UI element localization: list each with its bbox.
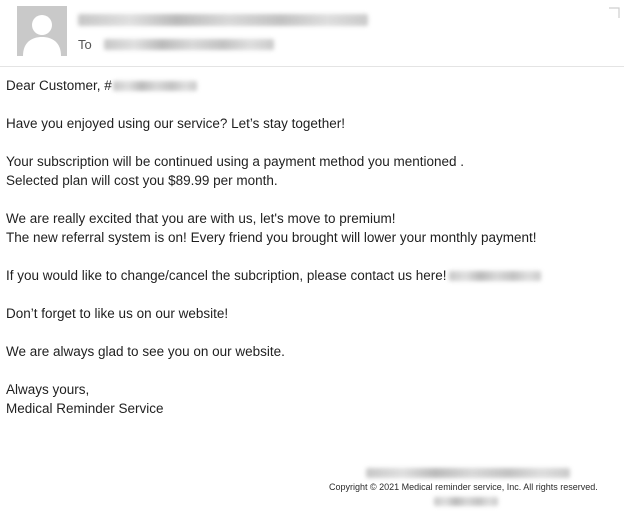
body-line-5: The new referral system is on! Every fri… <box>6 230 537 245</box>
signature-line: Medical Reminder Service <box>6 401 164 416</box>
contact-line: If you would like to change/cancel the s… <box>6 266 616 285</box>
body-line-8: We are always glad to see you on our web… <box>6 344 285 359</box>
body-line-6: If you would like to change/cancel the s… <box>6 268 447 283</box>
body-line-2: Your subscription will be continued usin… <box>6 154 465 169</box>
phone-number-redacted <box>448 271 541 282</box>
footer-address-redacted <box>366 468 570 478</box>
email-body: Dear Customer, # Have you enjoyed using … <box>6 76 616 437</box>
signoff-line: Always yours, <box>6 382 90 397</box>
footer-extra-redacted <box>434 497 498 506</box>
greeting-text: Dear Customer, # <box>6 78 112 93</box>
recipient-redacted <box>104 38 274 50</box>
body-line-3: Selected plan will cost you $89.99 per m… <box>6 173 278 188</box>
corner-bracket-icon <box>609 7 620 18</box>
email-header: To <box>0 0 624 67</box>
copyright-text: Copyright © 2021 Medical reminder servic… <box>329 482 598 492</box>
body-line-7: Don’t forget to like us on our website! <box>6 306 229 321</box>
greeting-line: Dear Customer, # <box>6 76 616 95</box>
customer-id-redacted <box>112 81 197 92</box>
recipient-row: To <box>78 36 274 52</box>
sender-name-redacted <box>78 13 368 27</box>
to-label: To <box>78 36 92 52</box>
sender-avatar-icon <box>17 6 67 56</box>
body-line-4: We are really excited that you are with … <box>6 211 396 226</box>
body-line-1: Have you enjoyed using our service? Let’… <box>6 116 345 131</box>
